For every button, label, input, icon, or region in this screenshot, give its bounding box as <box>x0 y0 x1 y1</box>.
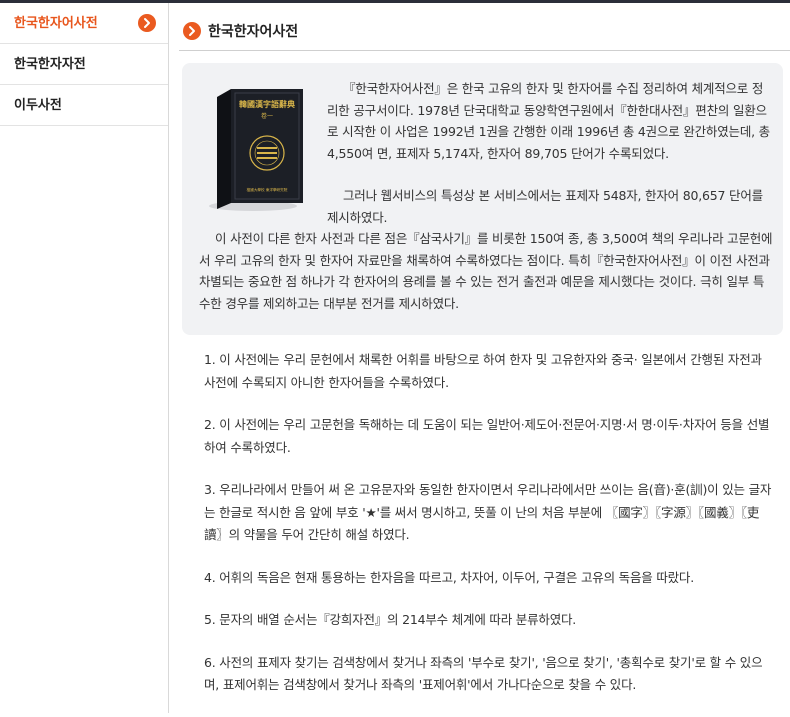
note-item: 4. 어휘의 독음은 현재 통용하는 한자음을 따르고, 차자어, 이두어, 구… <box>204 569 695 585</box>
sidebar-item-label: 한국한자자전 <box>14 57 86 72</box>
sidebar-item-korean-hanja-character-dictionary[interactable]: 한국한자자전 <box>0 44 168 85</box>
note-item: 5. 문자의 배열 순서는『강희자전』의 214부수 체계에 따라 분류하였다. <box>204 612 577 627</box>
note-item: 2. 이 사전에는 우리 고문헌을 독해하는 데 도움이 되는 일반어·제도어·… <box>204 417 770 455</box>
chevron-right-circle-icon <box>183 22 201 40</box>
book-cover-publisher: 檀國大學校 東洋學研究院 <box>247 187 288 192</box>
intro-paragraph: 이 사전이 다른 한자 사전과 다른 점은『삼국사기』를 비롯한 150여 종,… <box>199 231 773 311</box>
sidebar-item-idu-dictionary[interactable]: 이두사전 <box>0 85 168 126</box>
notes-list: 1. 이 사전에는 우리 문헌에서 채록한 어휘를 바탕으로 하여 한자 및 고… <box>204 349 774 717</box>
book-cover-title: 韓國漢字語辭典 <box>239 99 295 109</box>
note-item: 6. 사전의 표제자 찾기는 검색창에서 찾거나 좌측의 '부수로 찾기', '… <box>204 654 763 693</box>
page-header: 한국한자어사전 <box>183 20 298 42</box>
note-item: 1. 이 사전에는 우리 문헌에서 채록한 어휘를 바탕으로 하여 한자 및 고… <box>204 352 762 390</box>
book-cover-image: 韓國漢字語辭典 卷一 檀國大學校 東洋學研究院 <box>209 89 303 211</box>
sidebar-item-label: 한국한자어사전 <box>14 16 98 31</box>
intro-paragraph: 『한국한자어사전』은 한국 고유의 한자 및 한자어를 수집 정리하여 체계적으… <box>327 81 770 161</box>
page-title: 한국한자어사전 <box>208 24 299 40</box>
title-divider <box>179 50 790 51</box>
book-cover-volume: 卷一 <box>261 112 273 120</box>
chevron-right-icon <box>138 14 156 32</box>
sidebar: 한국한자어사전 한국한자자전 이두사전 <box>0 3 169 713</box>
sidebar-item-korean-hanja-word-dictionary[interactable]: 한국한자어사전 <box>0 3 168 44</box>
main-content: 한국한자어사전 韓國漢字語辭典 卷一 檀國大學校 東洋學研究院 『한국한자어사전… <box>169 3 790 713</box>
intro-box: 韓國漢字語辭典 卷一 檀國大學校 東洋學研究院 『한국한자어사전』은 한국 고유… <box>182 63 783 335</box>
note-item: 3. 우리나라에서 만들어 써 온 고유문자와 동일한 한자이면서 우리나라에서… <box>204 482 772 542</box>
intro-paragraph: 그러나 웹서비스의 특성상 본 서비스에서는 표제자 548자, 한자어 80,… <box>327 188 763 225</box>
sidebar-item-label: 이두사전 <box>14 98 62 113</box>
